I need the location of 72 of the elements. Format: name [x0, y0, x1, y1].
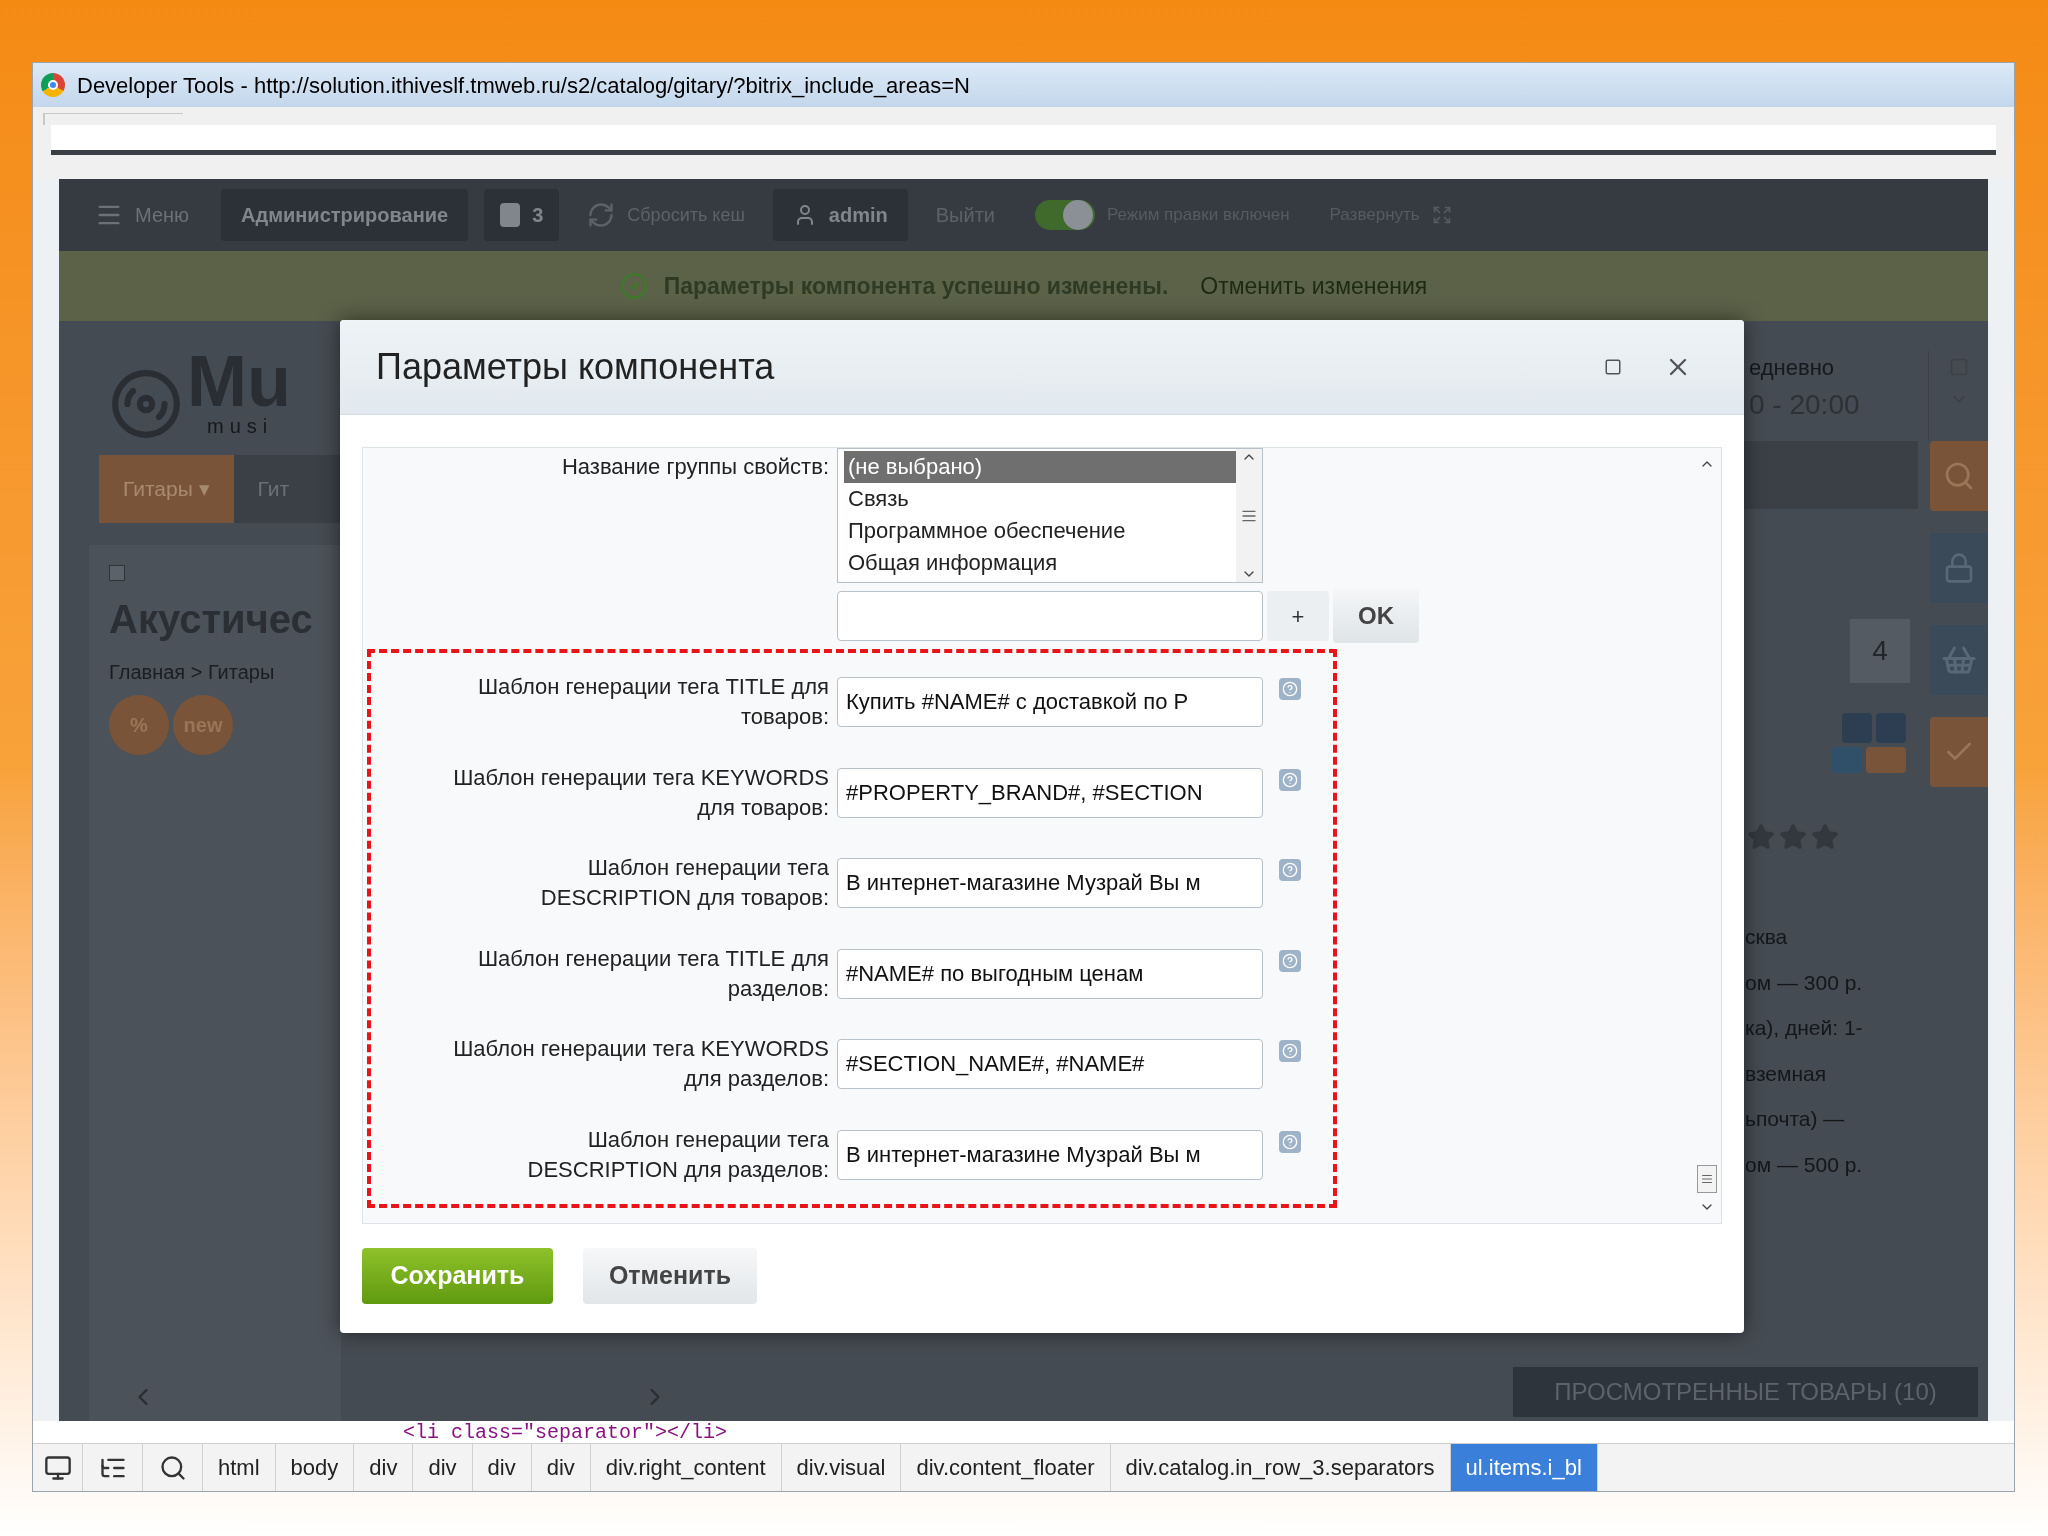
maximize-icon[interactable]: [1604, 358, 1622, 376]
admin-button[interactable]: Администрирование: [221, 189, 469, 241]
list-option[interactable]: Общая информация: [844, 547, 1236, 579]
help-icon[interactable]: [1279, 1130, 1301, 1153]
help-icon[interactable]: [1279, 768, 1301, 791]
lock-icon: [1943, 552, 1975, 584]
field-label: Шаблон генерации тега DESCRIPTION для товаров:: [539, 854, 829, 913]
window-title: Developer Tools - http://solution.ithiveslf.tmweb.ru/s2/catalog/gitary/?bitrix_include_areas=N: [77, 71, 970, 100]
dom-breadcrumb[interactable]: div: [413, 1444, 473, 1491]
group-listbox[interactable]: (не выбрано) Связь Программное обеспечение Общая информация: [837, 448, 1263, 583]
monitor-icon: [43, 1453, 72, 1482]
help-icon[interactable]: [1279, 678, 1301, 701]
delivery-text: сква: [1745, 924, 1789, 950]
field-label: Шаблон генерации тега TITLE для разделов:: [476, 944, 829, 1003]
dom-breadcrumb[interactable]: html: [203, 1444, 276, 1491]
breadcrumb: Главная > Гитары: [109, 660, 276, 685]
field-label: Название группы свойств:: [560, 453, 829, 481]
basket-button[interactable]: [1930, 625, 1988, 695]
search-icon: [158, 1453, 187, 1482]
delivery-text: ом — 300 р.: [1745, 969, 1864, 996]
add-button[interactable]: +: [1267, 591, 1329, 641]
cart-count: 4: [1850, 619, 1910, 683]
star-icon: [1747, 823, 1775, 851]
lock-button[interactable]: [1930, 533, 1988, 603]
list-option[interactable]: Программное обеспечение: [844, 515, 1236, 547]
template-field[interactable]: В интернет-магазине Музрай Вы м: [837, 1129, 1263, 1180]
field-label: Шаблон генерации тега TITLE для товаров:: [476, 673, 829, 732]
check-button[interactable]: [1930, 717, 1988, 787]
delivery-text: ьпочта) —: [1745, 1106, 1846, 1132]
help-icon[interactable]: [1279, 1040, 1301, 1063]
field-label: Шаблон генерации тега DESCRIPTION для разделов:: [526, 1125, 829, 1184]
scroll-thumb[interactable]: [1697, 1165, 1717, 1193]
template-field[interactable]: #PROPERTY_BRAND#, #SECTION: [837, 767, 1263, 818]
dom-breadcrumb[interactable]: body: [275, 1444, 355, 1491]
delivery-text: вземная: [1745, 1060, 1828, 1087]
success-icon: [619, 272, 648, 300]
delivery-text: ка), дней: 1-: [1745, 1015, 1864, 1041]
dom-breadcrumb[interactable]: div.content_floater: [901, 1444, 1111, 1491]
help-icon[interactable]: [1279, 949, 1301, 972]
search-icon: [1943, 460, 1975, 492]
list-option[interactable]: (не выбрано): [844, 451, 1236, 483]
template-field[interactable]: #NAME# по выгодным ценам: [837, 948, 1263, 999]
template-field[interactable]: Купить #NAME# с доставкой по Р: [837, 677, 1263, 728]
list-option[interactable]: Связь: [844, 483, 1236, 515]
field-label: Шаблон генерации тега KEYWORDS для разделов:: [452, 1035, 829, 1094]
dom-breadcrumb[interactable]: div: [531, 1444, 591, 1491]
browser-logo-icon: [41, 73, 65, 97]
notifications-button[interactable]: 3: [484, 189, 560, 241]
ok-button[interactable]: OK: [1333, 589, 1419, 643]
dom-breadcrumb[interactable]: div.visual: [781, 1444, 902, 1491]
template-field[interactable]: #SECTION_NAME#, #NAME#: [837, 1039, 1263, 1090]
source-line: <li class="separator"></li>: [403, 1421, 728, 1443]
template-field[interactable]: В интернет-магазине Музрай Вы м: [837, 858, 1263, 909]
expand-icon[interactable]: [1431, 205, 1452, 225]
logo-icon: [109, 367, 183, 441]
checkbox-icon: [109, 565, 125, 581]
dialog-title: Параметры компонента: [376, 345, 776, 389]
refresh-icon[interactable]: [587, 201, 616, 229]
edit-mode-toggle[interactable]: [1035, 200, 1095, 230]
cancel-button[interactable]: Отменить: [583, 1248, 757, 1304]
dom-breadcrumb[interactable]: div: [472, 1444, 532, 1491]
new-group-field[interactable]: [837, 591, 1263, 641]
list-scrollbar[interactable]: [1236, 449, 1262, 582]
dom-breadcrumb[interactable]: div: [354, 1444, 414, 1491]
product-badge: %: [109, 695, 169, 755]
dom-breadcrumb[interactable]: div.right_content: [590, 1444, 782, 1491]
help-icon[interactable]: [1279, 859, 1301, 882]
user-button[interactable]: admin: [772, 189, 908, 241]
delivery-text: ом — 500 р.: [1745, 1151, 1864, 1178]
dom-breadcrumb[interactable]: ul.items.i_bl: [1450, 1444, 1598, 1491]
dom-breadcrumb[interactable]: div.catalog.in_row_3.separators: [1110, 1444, 1451, 1491]
field-label: Шаблон генерации тега KEYWORDS для товаров:: [452, 763, 829, 822]
